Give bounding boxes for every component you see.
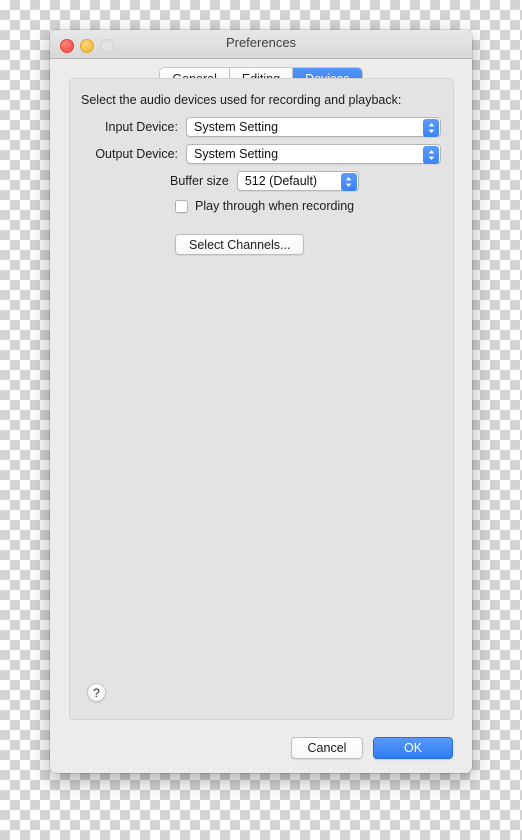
screenshot-canvas: Preferences General Editing Devices Sele… — [0, 0, 522, 840]
ok-button[interactable]: OK — [373, 737, 453, 759]
output-device-row: Output Device: System Setting — [81, 144, 443, 164]
select-channels-row: Select Channels... — [175, 234, 305, 255]
output-device-label: Output Device: — [95, 147, 178, 161]
play-through-checkbox[interactable]: Play through when recording — [175, 199, 354, 213]
input-device-value: System Setting — [194, 120, 279, 134]
play-through-label: Play through when recording — [195, 199, 355, 213]
buffer-size-popup[interactable]: 512 (Default) — [236, 171, 359, 191]
chevron-updown-icon[interactable] — [340, 173, 357, 191]
buffer-size-row: Buffer size 512 (Default) — [170, 171, 359, 191]
input-device-popup[interactable]: System Setting — [186, 117, 441, 137]
buffer-size-value: 512 (Default) — [244, 174, 318, 188]
output-device-popup[interactable]: System Setting — [186, 144, 441, 164]
output-device-value: System Setting — [194, 147, 279, 161]
chevron-updown-icon[interactable] — [423, 146, 439, 164]
help-button[interactable]: ? — [87, 683, 106, 702]
window-titlebar: Preferences — [50, 30, 472, 59]
chevron-updown-icon[interactable] — [423, 119, 439, 137]
select-channels-button[interactable]: Select Channels... — [175, 234, 305, 255]
cancel-button[interactable]: Cancel — [291, 737, 363, 759]
buffer-size-label: Buffer size — [170, 174, 229, 188]
input-device-row: Input Device: System Setting — [81, 117, 443, 137]
checkbox-box[interactable] — [175, 199, 188, 213]
input-device-label: Input Device: — [105, 120, 178, 134]
dialog-footer: Cancel OK — [291, 737, 453, 759]
window-title: Preferences — [225, 35, 297, 50]
devices-pane: Select the audio devices used for record… — [69, 78, 454, 720]
preferences-window: Preferences General Editing Devices Sele… — [50, 30, 472, 773]
pane-description: Select the audio devices used for record… — [81, 93, 402, 107]
